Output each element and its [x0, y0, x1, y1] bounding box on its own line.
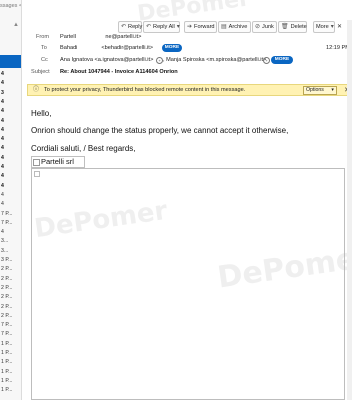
message-list-item[interactable]: 4	[1, 118, 21, 124]
to-more-button[interactable]: MORE	[162, 44, 182, 52]
trash-icon: 🗑	[281, 24, 289, 30]
cc-label: Cc	[41, 57, 48, 63]
message-header: From Partell ne@partelli.it> To Bahadi <…	[22, 34, 352, 80]
scroll-up-icon[interactable]: ▲	[13, 22, 19, 28]
message-list-item[interactable]: 2 P...	[1, 304, 21, 310]
message-list-item[interactable]: 1 P...	[1, 359, 21, 365]
message-toolbar: ↶ Reply ↶ Reply All ▾ ➔ Forward ▤ Archive ⊘ Ju…	[22, 21, 352, 34]
chevron-down-icon: ▾	[330, 24, 334, 30]
signature-image: Partelli srl	[31, 156, 85, 168]
message-list-item[interactable]: 4	[1, 229, 21, 235]
subject-label: Subject	[31, 69, 50, 75]
message-list-item[interactable]: 4	[1, 155, 21, 161]
delete-button[interactable]: 🗑 Delete	[278, 21, 307, 33]
forward-icon: ➔	[187, 24, 193, 30]
message-list-item[interactable]: 4	[1, 192, 21, 198]
cc-more-button[interactable]: MORE	[271, 56, 293, 64]
forward-button[interactable]: ➔ Forward	[184, 21, 217, 33]
message-list-item[interactable]: 4	[1, 99, 21, 105]
message-pane: ↶ Reply ↶ Reply All ▾ ➔ Forward ▤ Archive ⊘ Ju…	[22, 0, 352, 400]
reply-button[interactable]: ↶ Reply	[118, 21, 142, 33]
message-list-item[interactable]: 4	[1, 183, 21, 189]
remote-content-notice: ⓘ To protect your privacy, Thunderbird h…	[27, 84, 352, 96]
message-list-item[interactable]: 3	[1, 90, 21, 96]
chevron-down-icon: ▾	[331, 87, 334, 93]
message-list-item[interactable]: 4	[1, 80, 21, 86]
junk-icon: ⊘	[255, 24, 261, 30]
to-label: To	[41, 45, 47, 51]
greeting-text: Hello,	[31, 109, 52, 118]
message-list-item[interactable]: 4	[1, 164, 21, 170]
message-list-item[interactable]: 2 P...	[1, 294, 21, 300]
message-list-item[interactable]: 4	[1, 127, 21, 133]
message-list-item[interactable]: 1 P...	[1, 341, 21, 347]
message-body: Hello, Onrion should change the status p…	[31, 104, 352, 400]
message-list-item[interactable]: 4	[1, 201, 21, 207]
options-button[interactable]: Options ▾	[303, 86, 337, 95]
junk-button[interactable]: ⊘ Junk	[252, 21, 277, 33]
message-list-item[interactable]: 1 P...	[1, 369, 21, 375]
from-value[interactable]: Partell ne@partelli.it>	[60, 34, 141, 40]
message-list-item[interactable]: 3...	[1, 238, 21, 244]
selected-message-row[interactable]	[0, 55, 21, 68]
message-list-item[interactable]: 2 P...	[1, 276, 21, 282]
chevron-down-icon: ▾	[176, 24, 180, 30]
message-list-item[interactable]: 7 P...	[1, 322, 21, 328]
message-list-item[interactable]: 4	[1, 71, 21, 77]
message-list-item[interactable]: 4	[1, 136, 21, 142]
notice-text: To protect your privacy, Thunderbird has…	[44, 87, 246, 93]
contact-icon[interactable]: +	[156, 57, 163, 64]
info-icon: ⓘ	[33, 87, 40, 93]
message-list-item[interactable]: 4	[1, 108, 21, 114]
message-list-item[interactable]: 4	[1, 145, 21, 151]
broken-image-icon	[34, 171, 40, 177]
message-list-item[interactable]: 3...	[1, 248, 21, 254]
closing-text: Cordiali saluti, / Best regards,	[31, 144, 136, 153]
vertical-scrollbar[interactable]	[347, 20, 352, 400]
message-list-item[interactable]: 1 P...	[1, 350, 21, 356]
from-label: From	[36, 34, 50, 40]
blocked-image-placeholder	[31, 168, 345, 400]
message-list-item[interactable]: 7 P...	[1, 211, 21, 217]
close-icon[interactable]: ✕	[337, 23, 342, 30]
archive-icon: ▤	[221, 24, 227, 30]
reply-all-button[interactable]: ↶ Reply All ▾	[143, 21, 180, 33]
message-list-item[interactable]: 1 P...	[1, 387, 21, 393]
quick-filter-input[interactable]: ssages <Ctrl+Shift+K>	[0, 3, 21, 15]
message-list-item[interactable]: 1 P...	[1, 378, 21, 384]
cc-value[interactable]: Ana Ignatova <a.ignatova@partelli.it>	[60, 57, 153, 63]
broken-image-icon	[33, 158, 40, 166]
archive-button[interactable]: ▤ Archive	[218, 21, 251, 33]
message-list-pane: ssages <Ctrl+Shift+K> ▲ 4 4 3 4 4 4 4 4 4 4 4 4 4 4 4 7…	[0, 0, 22, 400]
message-list-item[interactable]: 2 P...	[1, 266, 21, 272]
message-list-item[interactable]: 7 P...	[1, 220, 21, 226]
message-list-item[interactable]: 4	[1, 173, 21, 179]
thunderbird-window: ssages <Ctrl+Shift+K> ▲ 4 4 3 4 4 4 4 4 4 4 4 4 4 4 4 7…	[0, 0, 352, 400]
message-list-item[interactable]: 2 P...	[1, 285, 21, 291]
more-menu-button[interactable]: More ▾	[313, 21, 335, 33]
to-value[interactable]: Bahadi <behadir@partelli.it>	[60, 45, 153, 51]
cc-value-second[interactable]: , Manja Spiroska <m.spiroska@partelli.it…	[163, 57, 266, 63]
reply-all-icon: ↶	[146, 24, 152, 30]
body-text: Onrion should change the status properly…	[31, 126, 289, 135]
contact-icon[interactable]: +	[263, 57, 270, 64]
message-list-item[interactable]: 3 P...	[1, 257, 21, 263]
message-list-item[interactable]: 2 P...	[1, 313, 21, 319]
reply-icon: ↶	[121, 24, 127, 30]
message-list-item[interactable]: 7 P...	[1, 331, 21, 337]
subject-value: Re: About 1047944 - Invoice A114604 Onri…	[60, 69, 178, 75]
